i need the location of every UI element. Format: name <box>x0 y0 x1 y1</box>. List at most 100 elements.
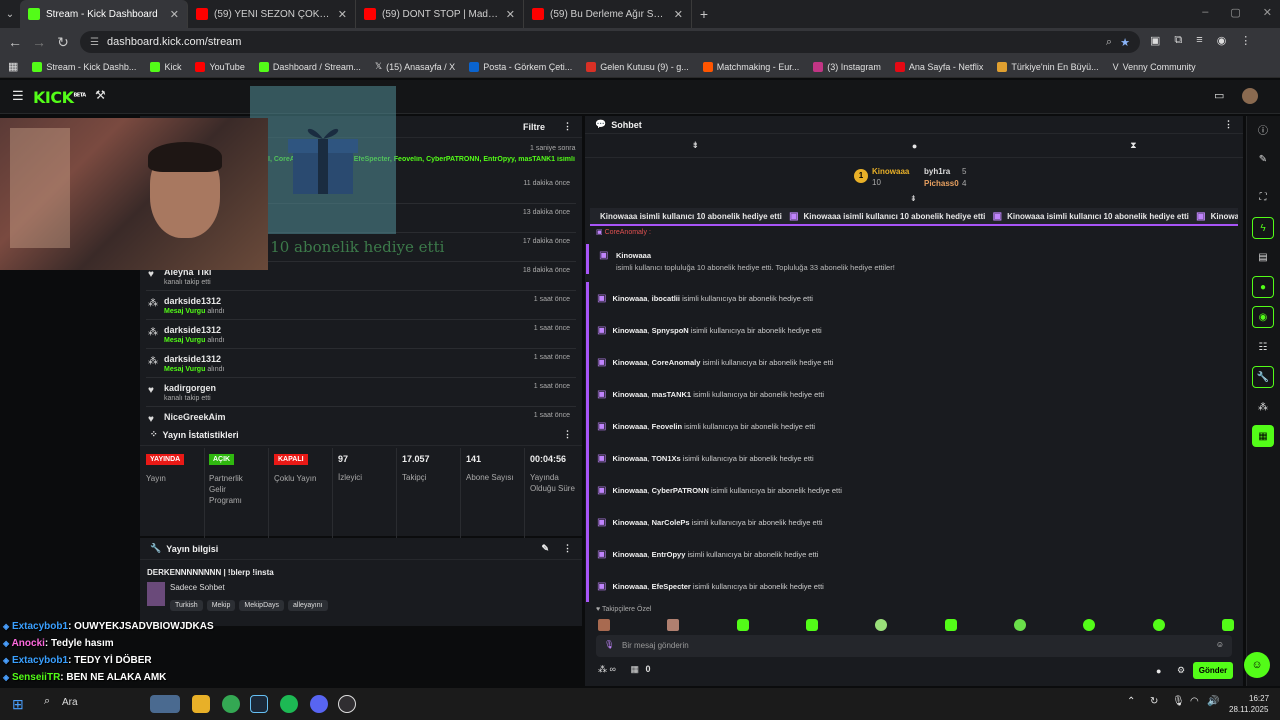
zoom-icon[interactable]: ⌕ <box>1106 36 1112 49</box>
tray-mic-icon[interactable]: 🎙 <box>1172 696 1185 707</box>
search-icon[interactable]: ⌕ <box>44 695 50 708</box>
emoji-icon[interactable]: ☺ <box>1216 640 1224 649</box>
spotify-icon[interactable] <box>280 695 298 713</box>
file-explorer-icon[interactable] <box>192 695 210 713</box>
new-tab-button[interactable]: + <box>692 6 716 22</box>
chat-icon[interactable]: ● <box>1252 276 1274 298</box>
kicks-icon[interactable]: ⁂ <box>1252 396 1274 418</box>
apps-grid-icon[interactable]: ▦ <box>8 60 18 73</box>
tag[interactable]: alleyayını <box>288 600 328 611</box>
discord-icon[interactable] <box>310 695 328 713</box>
tray-chevron-icon[interactable]: ⌃ <box>1127 696 1135 707</box>
edit-icon[interactable]: ✎ <box>1252 148 1274 170</box>
hammer-icon[interactable]: ⚒ <box>95 88 106 102</box>
more-options-icon[interactable]: ⋮ <box>563 121 572 132</box>
extension-icon[interactable]: ▦ <box>1252 425 1274 447</box>
forward-icon[interactable]: → <box>27 34 51 50</box>
obs-icon[interactable] <box>338 695 356 713</box>
widget-icon[interactable] <box>150 695 180 713</box>
tag[interactable]: Mekip <box>206 600 236 611</box>
emote-icon[interactable] <box>598 619 610 631</box>
screen-capture-icon[interactable]: ⛶ <box>1252 186 1274 208</box>
chat-settings-gear-icon[interactable]: ⚙ <box>1177 665 1185 676</box>
bookmark-item[interactable]: 𝕏 (15) Anasayfa / X <box>375 61 455 72</box>
close-icon[interactable]: ✕ <box>674 8 683 21</box>
bookmark-item[interactable]: Dashboard / Stream... <box>258 61 361 72</box>
layout-icon[interactable]: ▭ <box>1214 89 1224 102</box>
lightning-icon[interactable]: ϟ <box>1252 217 1274 239</box>
tab-youtube-3[interactable]: (59) Bu Derleme Ağır Spoiler İç ✕ <box>524 0 692 28</box>
maximize-icon[interactable]: ▢ <box>1230 6 1240 19</box>
tab-hourglass-icon[interactable]: ⧗ <box>1130 140 1136 151</box>
emote-icon[interactable] <box>944 619 957 631</box>
tab-pin-icon[interactable]: ⇟ <box>691 140 699 151</box>
tag[interactable]: Turkish <box>170 600 203 611</box>
tray-network-icon[interactable]: ↻ <box>1150 696 1158 707</box>
bookmark-star-icon[interactable]: ★ <box>1120 36 1130 49</box>
document-icon[interactable]: ▤ <box>1252 246 1274 268</box>
tag[interactable]: MekipDays <box>239 600 285 611</box>
reading-list-icon[interactable]: ≡ <box>1196 34 1202 47</box>
edit-pencil-icon[interactable]: ✎ <box>541 543 549 554</box>
bookmark-item[interactable]: Ana Sayfa - Netflix <box>894 61 983 72</box>
extension-icon[interactable]: ▣ <box>1150 34 1160 47</box>
server-icon[interactable]: ☷ <box>1252 336 1274 358</box>
bookmark-item[interactable]: Stream - Kick Dashb... <box>32 61 136 72</box>
close-icon[interactable]: ✕ <box>338 8 347 21</box>
store-icon[interactable]: ▦ <box>630 664 639 674</box>
close-icon[interactable]: ✕ <box>170 8 179 21</box>
bookmark-item[interactable]: Türkiye'nin En Büyü... <box>997 61 1099 72</box>
bookmark-item[interactable]: Matchmaking - Eur... <box>702 61 799 72</box>
more-options-icon[interactable]: ⋮ <box>563 429 572 440</box>
send-button[interactable]: Gönder <box>1193 662 1233 679</box>
site-info-icon[interactable]: ☰ <box>90 37 99 48</box>
info-icon[interactable]: ⓘ <box>1252 118 1274 140</box>
more-options-icon[interactable]: ⋮ <box>1224 119 1233 130</box>
clock-date[interactable]: 28.11.2025 <box>1229 705 1268 714</box>
emote-icon[interactable] <box>805 619 818 631</box>
bookmark-item[interactable]: Kick <box>150 61 181 72</box>
user-avatar[interactable] <box>1242 88 1258 104</box>
browser-menu-icon[interactable]: ⋮ <box>1240 34 1251 47</box>
kicks-icon[interactable]: ⁂ ∞ <box>598 664 616 674</box>
collapse-icon[interactable]: ⇟ <box>910 194 917 203</box>
chat-input[interactable]: 🎙 Bir mesaj gönderin ☺ <box>596 635 1232 657</box>
kick-logo[interactable]: KICKBETA <box>33 88 86 107</box>
tab-search-icon[interactable]: ⌄ <box>0 9 20 20</box>
tab-youtube-1[interactable]: (59) YENİ SEZON ÇOK FENA BA ✕ <box>188 0 356 28</box>
tray-wifi-icon[interactable]: ◠ <box>1190 696 1199 707</box>
bookmark-item[interactable]: Gelen Kutusu (9) - g... <box>586 61 689 72</box>
emote-icon[interactable] <box>1013 619 1026 631</box>
bookmark-item[interactable]: YouTube <box>195 61 245 72</box>
filter-button[interactable]: Filtre <box>523 122 545 132</box>
hamburger-menu-icon[interactable]: ☰ <box>12 88 24 104</box>
more-options-icon[interactable]: ⋮ <box>563 543 572 554</box>
emote-icon[interactable] <box>1152 619 1165 631</box>
tab-youtube-2[interactable]: (59) DONT STOP | Madara Oldu ✕ <box>356 0 524 28</box>
emote-icon[interactable] <box>1083 619 1096 631</box>
tab-chat-icon[interactable]: ● <box>912 141 917 151</box>
tab-kick-dashboard[interactable]: Stream - Kick Dashboard ✕ <box>20 0 188 28</box>
chrome-icon[interactable] <box>222 695 240 713</box>
minimize-icon[interactable]: – <box>1202 6 1208 19</box>
chat-settings-bubble-icon[interactable]: ● <box>1156 666 1161 676</box>
reload-icon[interactable]: ↻ <box>51 34 75 51</box>
close-icon[interactable]: ✕ <box>506 8 515 21</box>
emote-icon[interactable] <box>1221 619 1234 631</box>
window-close-icon[interactable]: ✕ <box>1263 6 1272 19</box>
emote-icon[interactable] <box>736 619 749 631</box>
start-icon[interactable]: ⊞ <box>12 696 24 713</box>
microphone-icon[interactable]: 🎙 <box>604 640 614 649</box>
wrench-icon[interactable]: 🔧 <box>1252 366 1274 388</box>
emote-icon[interactable] <box>875 619 888 631</box>
taskbar-search-label[interactable]: Ara <box>62 697 78 708</box>
emote-icon[interactable] <box>667 619 680 631</box>
bookmark-item[interactable]: Posta - Görkem Çeti... <box>469 61 572 72</box>
bookmark-item[interactable]: (3) Instagram <box>813 61 881 72</box>
bookmark-item[interactable]: V Venny Community <box>1113 62 1196 72</box>
back-icon[interactable]: ← <box>3 34 27 50</box>
broadcast-icon[interactable]: ◉ <box>1252 306 1274 328</box>
url-input[interactable]: ☰ dashboard.kick.com/stream ⌕ ★ <box>80 31 1140 53</box>
steam-icon[interactable] <box>250 695 268 713</box>
extensions-puzzle-icon[interactable]: ⧉ <box>1174 34 1182 47</box>
